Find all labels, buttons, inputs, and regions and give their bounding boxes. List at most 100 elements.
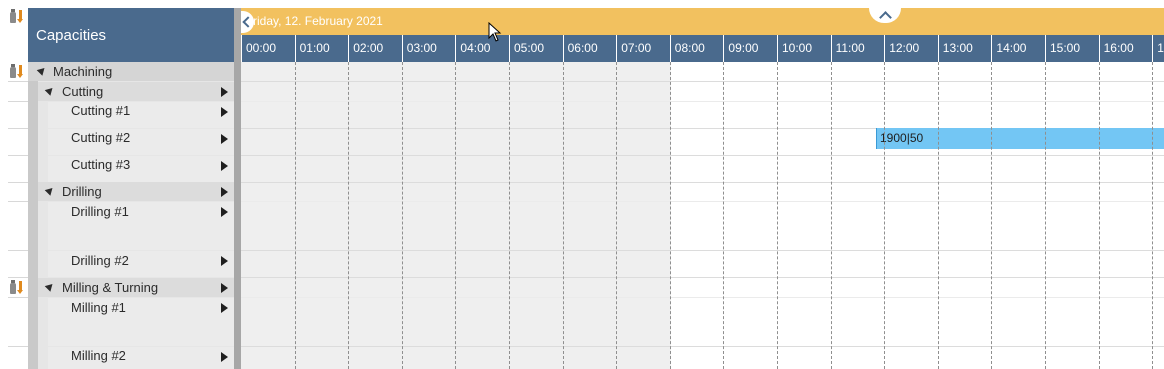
play-arrow-icon[interactable] bbox=[221, 161, 228, 171]
hour-label: 15:00 bbox=[1050, 41, 1081, 55]
hour-column-header: 12:00 bbox=[884, 35, 938, 62]
chevron-up-icon[interactable] bbox=[869, 8, 901, 23]
hour-gridline bbox=[723, 62, 725, 369]
expand-triangle-icon[interactable] bbox=[44, 185, 56, 196]
capacities-title: Capacities bbox=[36, 27, 107, 44]
hour-label: 12:00 bbox=[889, 41, 920, 55]
hour-column-header: 13:00 bbox=[937, 35, 992, 62]
hour-column-header: 11:00 bbox=[830, 35, 885, 62]
hour-column-header: 15:00 bbox=[1045, 35, 1099, 62]
hour-label: 09:00 bbox=[728, 41, 759, 55]
play-arrow-icon[interactable] bbox=[221, 352, 228, 362]
play-arrow-icon[interactable] bbox=[221, 256, 228, 266]
capacity-sort-icon[interactable] bbox=[10, 64, 26, 79]
expand-triangle-icon[interactable] bbox=[44, 85, 56, 96]
tree-item-cutting-2[interactable]: Cutting #2 bbox=[48, 129, 234, 155]
tree-item-label: Machining bbox=[53, 64, 113, 79]
capacity-sort-icon[interactable] bbox=[10, 280, 26, 295]
play-arrow-icon[interactable] bbox=[221, 207, 228, 217]
hour-label: 13:00 bbox=[942, 41, 973, 55]
play-arrow-icon[interactable] bbox=[221, 134, 228, 144]
hour-gridline bbox=[777, 62, 778, 369]
hour-gridline bbox=[455, 62, 457, 369]
hour-column-header: 01:00 bbox=[294, 35, 349, 62]
hour-column-header: 02:00 bbox=[348, 35, 402, 62]
hour-label: 02:00 bbox=[353, 41, 384, 55]
hour-gridline bbox=[1098, 62, 1100, 369]
play-arrow-icon[interactable] bbox=[221, 283, 228, 293]
tree-item-milling-1[interactable]: Milling #1 bbox=[48, 298, 234, 346]
play-arrow-icon[interactable] bbox=[221, 303, 228, 313]
hour-gridline bbox=[509, 62, 510, 369]
tree-item-label: Milling #1 bbox=[71, 300, 126, 315]
hour-label: 04:00 bbox=[460, 41, 491, 55]
hour-label: 16:00 bbox=[1103, 41, 1134, 55]
hour-gridline bbox=[1152, 62, 1154, 369]
hour-gridline bbox=[401, 62, 403, 369]
tree-item-label: Milling & Turning bbox=[62, 280, 159, 295]
tree-item-label: Cutting #3 bbox=[71, 157, 131, 172]
capacities-header: Capacities bbox=[28, 8, 234, 62]
date-navigation-bar: riday, 12. February 2021 bbox=[241, 8, 1164, 35]
tree-item-drilling-1[interactable]: Drilling #1 bbox=[48, 202, 234, 250]
hour-column-header: 08:00 bbox=[669, 35, 724, 62]
play-arrow-icon[interactable] bbox=[221, 187, 228, 197]
expand-triangle-icon[interactable] bbox=[36, 65, 48, 76]
hour-gridline bbox=[1045, 62, 1046, 369]
schedule-grid[interactable]: 1900|50 bbox=[241, 62, 1164, 369]
order-bar[interactable]: 1900|50 bbox=[876, 128, 1164, 149]
hour-label: 03:00 bbox=[406, 41, 437, 55]
hour-column-header: 09:00 bbox=[723, 35, 777, 62]
hour-gridline bbox=[669, 62, 671, 369]
tree-item-drilling[interactable]: Drilling bbox=[38, 182, 234, 201]
tree-item-milling-2[interactable]: Milling #2 bbox=[48, 347, 234, 369]
hour-label: 00:00 bbox=[246, 41, 277, 55]
hour-gridline bbox=[937, 62, 939, 369]
hour-gridline bbox=[562, 62, 564, 369]
tree-item-label: Milling #2 bbox=[71, 348, 126, 363]
expand-triangle-icon[interactable] bbox=[44, 281, 56, 292]
capacity-sort-icon[interactable] bbox=[10, 9, 26, 24]
tree-item-machining[interactable]: Machining bbox=[28, 62, 234, 81]
tree-item-cutting-1[interactable]: Cutting #1 bbox=[48, 102, 234, 128]
hour-gridline bbox=[348, 62, 350, 369]
tree-item-cutting-3[interactable]: Cutting #3 bbox=[48, 156, 234, 182]
mouse-cursor-icon bbox=[488, 22, 502, 42]
hour-label: 11:00 bbox=[835, 41, 865, 55]
hour-gridline bbox=[616, 62, 618, 369]
play-arrow-icon[interactable] bbox=[221, 107, 228, 117]
tree-item-milling-turning[interactable]: Milling & Turning bbox=[38, 278, 234, 297]
hour-label: 08:00 bbox=[674, 41, 705, 55]
hour-column-header: 07:00 bbox=[616, 35, 670, 62]
hour-label: 14:00 bbox=[996, 41, 1027, 55]
hour-column-header: 05:00 bbox=[509, 35, 563, 62]
hour-label: 06:00 bbox=[567, 41, 598, 55]
hour-label: 10:00 bbox=[782, 41, 813, 55]
hour-gridline bbox=[830, 62, 832, 369]
hour-column-header: 10:00 bbox=[777, 35, 831, 62]
hour-gridline bbox=[991, 62, 993, 369]
play-arrow-icon[interactable] bbox=[221, 87, 228, 97]
hour-label: 01:00 bbox=[299, 41, 330, 55]
hour-column-header: 1 bbox=[1152, 35, 1164, 62]
tree-item-drilling-2[interactable]: Drilling #2 bbox=[48, 251, 234, 277]
tree-item-label: Drilling #2 bbox=[71, 253, 129, 268]
tree-item-label: Cutting #2 bbox=[71, 130, 131, 145]
order-label: 1900|50 bbox=[880, 131, 924, 145]
tree-indent-strip bbox=[28, 62, 38, 369]
hour-column-header: 06:00 bbox=[562, 35, 617, 62]
hour-gridline bbox=[294, 62, 296, 369]
hour-label: 07:00 bbox=[621, 41, 652, 55]
hour-gridline bbox=[884, 62, 886, 369]
hour-column-header: 16:00 bbox=[1098, 35, 1153, 62]
tree-item-label: Cutting bbox=[62, 84, 104, 99]
tree-item-label: Drilling #1 bbox=[71, 204, 129, 219]
hour-label: 05:00 bbox=[514, 41, 545, 55]
tree-item-label: Cutting #1 bbox=[71, 103, 131, 118]
left-gutter bbox=[0, 0, 28, 369]
hour-column-header: 00:00 bbox=[241, 35, 295, 62]
tree-item-label: Drilling bbox=[62, 184, 102, 199]
panel-splitter[interactable] bbox=[234, 8, 241, 369]
tree-item-cutting[interactable]: Cutting bbox=[38, 82, 234, 101]
hour-column-header: 14:00 bbox=[991, 35, 1045, 62]
